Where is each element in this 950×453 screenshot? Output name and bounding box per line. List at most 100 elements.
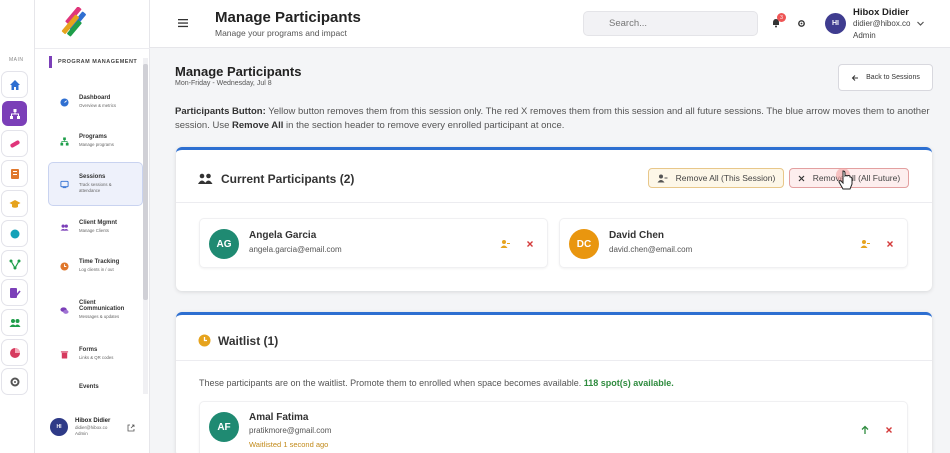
sidebar-user-email: didier@hibox.co <box>75 425 108 430</box>
hamburger-menu-icon[interactable] <box>177 17 189 29</box>
rail-programs-button[interactable] <box>2 101 27 126</box>
sidebar-item-programs[interactable]: Programs Manage programs <box>49 128 142 154</box>
sidebar-item-subtitle: Manage Clients <box>79 228 109 233</box>
avatar: HI <box>50 418 68 436</box>
close-icon <box>886 427 892 433</box>
help-text-part2: in the section header to remove every en… <box>283 120 565 131</box>
main-title: Manage Participants <box>175 64 302 79</box>
gear-icon[interactable] <box>797 19 806 28</box>
sidebar-item-title: Programs <box>79 134 108 140</box>
remove-from-session-button[interactable] <box>498 237 512 251</box>
arrow-left-icon <box>851 74 859 81</box>
waitlist-card: Waitlist (1) These participants are on t… <box>176 312 932 453</box>
sidebar-item-title: Dashboard <box>79 95 111 101</box>
dashboard-icon <box>59 97 69 107</box>
promote-button[interactable] <box>858 423 872 437</box>
clock-icon <box>59 261 69 271</box>
lightbulb-icon <box>10 229 19 238</box>
remove-waitlist-button[interactable] <box>882 423 896 437</box>
close-icon <box>527 241 533 247</box>
chat-icon <box>59 306 69 314</box>
spots-available: 118 spot(s) available. <box>583 378 674 388</box>
section-title: PROGRAM MANAGEMENT <box>49 56 137 68</box>
users-icon <box>9 318 20 327</box>
search-input[interactable] <box>583 11 758 36</box>
help-label: Participants Button: <box>175 106 266 117</box>
trash-icon <box>60 350 68 359</box>
rail-settings-button[interactable] <box>2 369 27 394</box>
brand-logo-icon[interactable] <box>60 7 90 39</box>
sidebar-item-client-communication[interactable]: Client Communication Messages & updates <box>49 293 142 327</box>
participant-card: AG Angela Garcia angela.garcia@email.com <box>199 218 548 268</box>
rail-checklist-button[interactable] <box>2 161 27 186</box>
header-user-role: Admin <box>853 31 876 40</box>
sidebar-item-title: Sessions <box>79 174 106 180</box>
users-icon <box>59 224 69 231</box>
document-edit-icon <box>9 287 21 298</box>
arrow-up-icon <box>861 425 869 434</box>
sidebar-item-title: Client Communication <box>79 300 125 312</box>
sidebar-item-title: Client Mgmnt <box>79 220 117 226</box>
program-sidebar: PROGRAM MANAGEMENT Dashboard Overview & m… <box>35 0 150 453</box>
page-title: Manage Participants <box>215 9 361 26</box>
back-to-sessions-label: Back to Sessions <box>866 74 920 81</box>
sidebar-item-sessions[interactable]: Sessions Track sessions & attendance <box>49 163 142 205</box>
avatar: AF <box>209 412 239 442</box>
hand-pointer-cursor-icon <box>836 168 853 190</box>
sidebar-item-subtitle: Log clients in / out <box>79 267 114 272</box>
sidebar-item-client-mgmnt[interactable]: Client Mgmnt Manage Clients <box>49 214 142 240</box>
remove-all-future-x-button[interactable] <box>523 237 537 251</box>
remove-all-session-button[interactable]: Remove All (This Session) <box>648 168 784 188</box>
remove-from-session-button[interactable] <box>858 237 872 251</box>
home-icon <box>9 79 20 90</box>
sidebar-item-forms[interactable]: Forms Links & QR codes <box>49 341 142 367</box>
sidebar-item-dashboard[interactable]: Dashboard Overview & metrics <box>49 89 142 115</box>
help-bold: Remove All <box>232 120 284 131</box>
rail-forms-button[interactable] <box>2 280 27 305</box>
sidebar-item-subtitle: Track sessions & attendance <box>79 182 112 193</box>
sidebar-user-role: Admin <box>75 431 88 436</box>
rail-reports-button[interactable] <box>2 340 27 365</box>
remove-all-future-x-button[interactable] <box>883 237 897 251</box>
back-to-sessions-button[interactable]: Back to Sessions <box>838 64 933 91</box>
graduation-cap-icon <box>9 199 20 208</box>
sidebar-item-title: Time Tracking <box>79 259 120 265</box>
user-minus-icon <box>657 174 668 182</box>
sidebar-item-events[interactable]: Events <box>49 380 142 394</box>
participant-email: pratikmore@gmail.com <box>249 426 332 435</box>
current-participants-card: Current Participants (2) Remove All (Thi… <box>176 147 932 291</box>
sidebar-scroll-thumb[interactable] <box>143 64 148 300</box>
participant-email: angela.garcia@email.com <box>249 245 342 254</box>
participant-card: DC David Chen david.chen@email.com <box>559 218 908 268</box>
user-minus-icon <box>860 240 870 248</box>
icon-rail: MAIN <box>0 0 35 453</box>
checklist-icon <box>10 168 19 179</box>
participant-email: david.chen@email.com <box>609 245 693 254</box>
pie-chart-icon <box>9 347 20 358</box>
sidebar-item-subtitle: Messages & updates <box>79 314 120 319</box>
rail-main-label: MAIN <box>9 57 24 63</box>
sidebar-item-time-tracking[interactable]: Time Tracking Log clients in / out <box>49 253 142 279</box>
participant-name: David Chen <box>609 230 665 241</box>
rail-ideas-button[interactable] <box>2 221 27 246</box>
rail-education-button[interactable] <box>2 191 27 216</box>
participant-name: Amal Fatima <box>249 412 309 423</box>
sidebar-item-title: Events <box>79 384 99 390</box>
avatar[interactable]: HI <box>825 13 846 34</box>
sidebar-item-title: Forms <box>79 347 98 353</box>
chevron-down-icon[interactable] <box>916 19 925 28</box>
top-header: Manage Participants Manage your programs… <box>150 0 950 48</box>
waitlist-description-text: These participants are on the waitlist. … <box>199 378 584 388</box>
settings-icon <box>10 377 19 386</box>
header-user-email: didier@hibox.co <box>853 19 911 28</box>
session-date: Mon-Friday - Wednesday, Jul 8 <box>175 80 272 87</box>
external-link-icon[interactable] <box>127 424 135 432</box>
rail-users-button[interactable] <box>2 310 27 335</box>
rail-pill-button[interactable] <box>2 131 27 156</box>
close-icon <box>887 241 893 247</box>
sidebar-user[interactable]: HI Hibox Didier didier@hibox.co Admin <box>50 418 110 436</box>
user-minus-icon <box>500 240 510 248</box>
rail-home-button[interactable] <box>2 72 27 97</box>
sessions-icon <box>59 180 69 188</box>
rail-flow-button[interactable] <box>2 251 27 276</box>
